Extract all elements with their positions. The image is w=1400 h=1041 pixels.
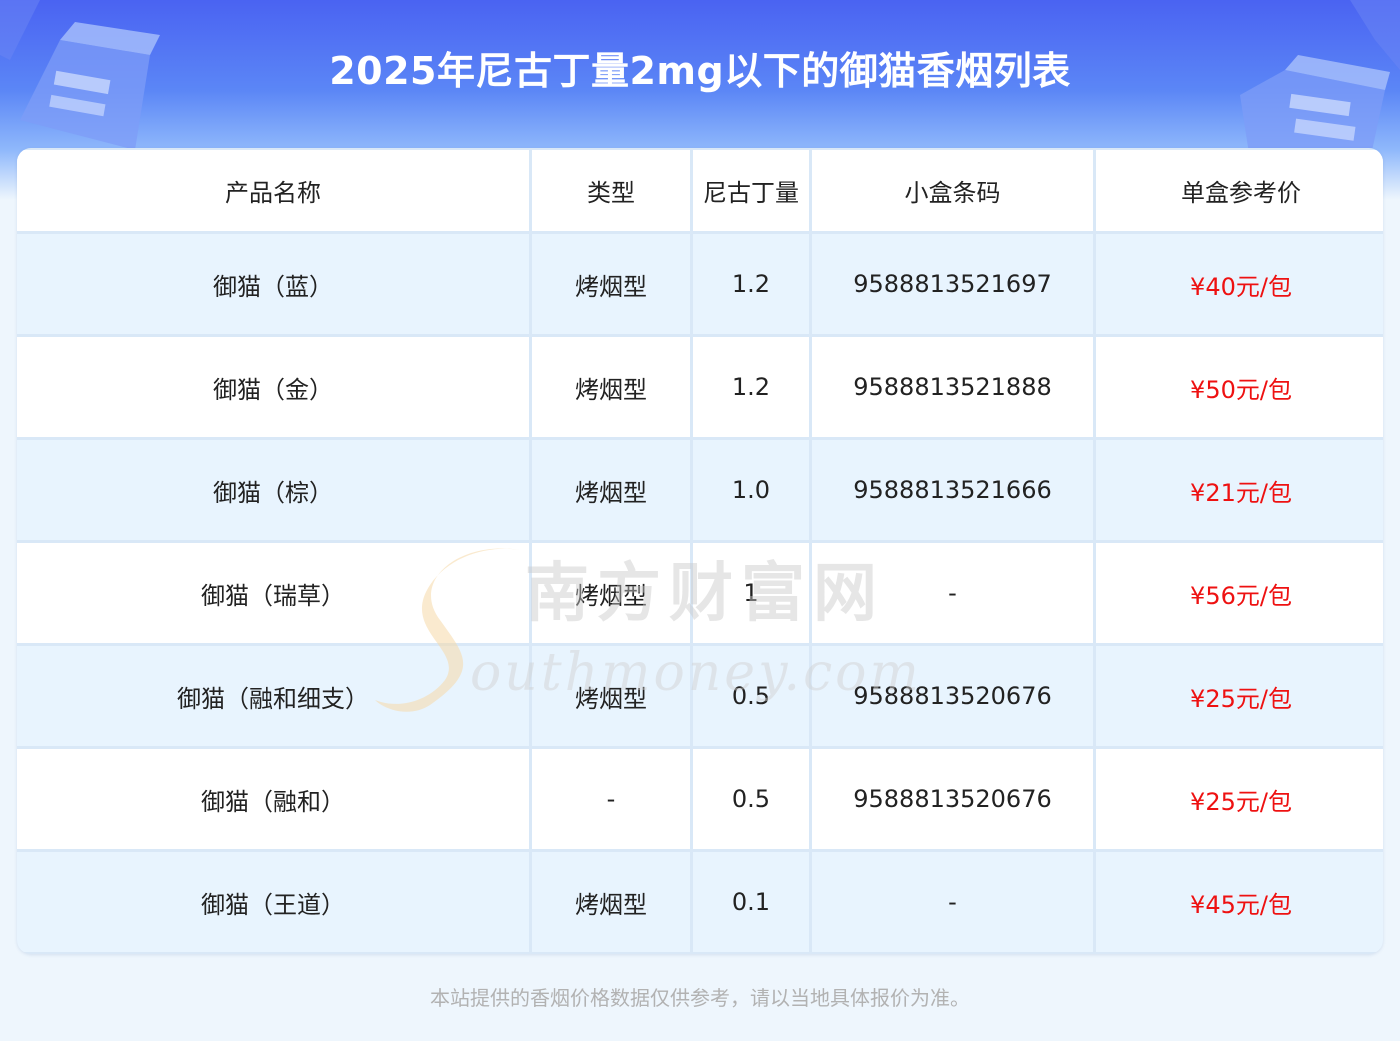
table-header-row: 产品名称 类型 尼古丁量 小盒条码 单盒参考价	[17, 150, 1383, 231]
table-row: 御猫（融和细支） 烤烟型 0.5 9588813520676 ¥25元/包	[17, 646, 1383, 746]
barcode: -	[812, 852, 1093, 952]
header-type: 类型	[532, 150, 690, 231]
product-type: -	[532, 749, 690, 849]
product-type: 烤烟型	[532, 234, 690, 334]
table-row: 御猫（王道） 烤烟型 0.1 - ¥45元/包	[17, 852, 1383, 952]
product-name: 御猫（融和细支）	[17, 646, 529, 746]
table-row: 御猫（瑞草） 烤烟型 1 - ¥56元/包	[17, 543, 1383, 643]
barcode: -	[812, 543, 1093, 643]
header-price: 单盒参考价	[1096, 150, 1383, 231]
table-row: 御猫（棕） 烤烟型 1.0 9588813521666 ¥21元/包	[17, 440, 1383, 540]
barcode: 9588813521888	[812, 337, 1093, 437]
price: ¥50元/包	[1096, 337, 1383, 437]
product-type: 烤烟型	[532, 440, 690, 540]
table-row: 御猫（金） 烤烟型 1.2 9588813521888 ¥50元/包	[17, 337, 1383, 437]
page-title: 2025年尼古丁量2mg以下的御猫香烟列表	[329, 49, 1071, 93]
nicotine-amount: 0.5	[693, 646, 809, 746]
barcode: 9588813520676	[812, 749, 1093, 849]
header-barcode: 小盒条码	[812, 150, 1093, 231]
barcode: 9588813521666	[812, 440, 1093, 540]
product-type: 烤烟型	[532, 543, 690, 643]
price: ¥45元/包	[1096, 852, 1383, 952]
product-name: 御猫（融和）	[17, 749, 529, 849]
nicotine-amount: 1.2	[693, 337, 809, 437]
product-name: 御猫（蓝）	[17, 234, 529, 334]
table-row: 御猫（蓝） 烤烟型 1.2 9588813521697 ¥40元/包	[17, 234, 1383, 334]
product-name: 御猫（瑞草）	[17, 543, 529, 643]
nicotine-amount: 1.2	[693, 234, 809, 334]
product-name: 御猫（金）	[17, 337, 529, 437]
barcode: 9588813521697	[812, 234, 1093, 334]
table-row: 御猫（融和） - 0.5 9588813520676 ¥25元/包	[17, 749, 1383, 849]
price: ¥25元/包	[1096, 646, 1383, 746]
product-name: 御猫（棕）	[17, 440, 529, 540]
nicotine-amount: 0.1	[693, 852, 809, 952]
header-nicotine: 尼古丁量	[693, 150, 809, 231]
cigarette-table: 产品名称 类型 尼古丁量 小盒条码 单盒参考价 御猫（蓝） 烤烟型 1.2 95…	[17, 148, 1383, 954]
product-name: 御猫（王道）	[17, 852, 529, 952]
nicotine-amount: 1	[693, 543, 809, 643]
header-product-name: 产品名称	[17, 150, 529, 231]
price: ¥56元/包	[1096, 543, 1383, 643]
nicotine-amount: 1.0	[693, 440, 809, 540]
product-type: 烤烟型	[532, 852, 690, 952]
product-type: 烤烟型	[532, 646, 690, 746]
barcode: 9588813520676	[812, 646, 1093, 746]
price: ¥21元/包	[1096, 440, 1383, 540]
disclaimer-footer: 本站提供的香烟价格数据仅供参考，请以当地具体报价为准。	[430, 986, 970, 1010]
price: ¥25元/包	[1096, 749, 1383, 849]
cigarette-table-card: 产品名称 类型 尼古丁量 小盒条码 单盒参考价 御猫（蓝） 烤烟型 1.2 95…	[17, 148, 1383, 954]
nicotine-amount: 0.5	[693, 749, 809, 849]
price: ¥40元/包	[1096, 234, 1383, 334]
product-type: 烤烟型	[532, 337, 690, 437]
